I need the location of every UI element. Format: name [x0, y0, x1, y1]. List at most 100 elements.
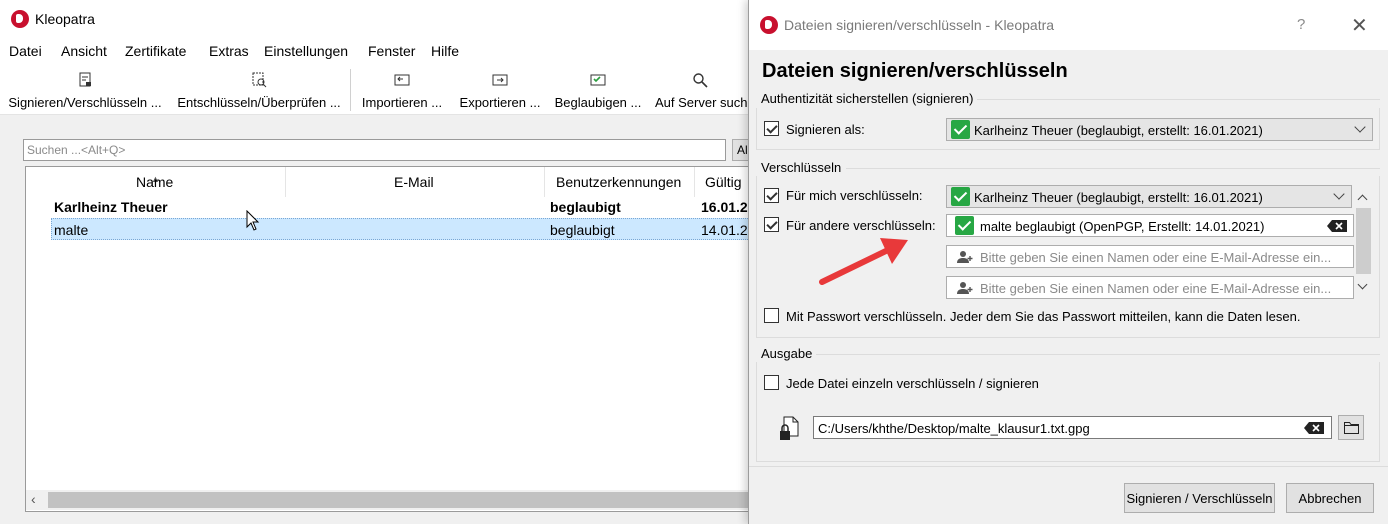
row-name: Karlheinz Theuer	[54, 199, 168, 215]
menu-fenster[interactable]: Fenster	[368, 43, 415, 59]
scrollbar-thumb[interactable]	[48, 492, 752, 508]
scroll-down-icon[interactable]	[1357, 279, 1368, 290]
browse-folder-button[interactable]	[1338, 415, 1364, 440]
menu-extras[interactable]: Extras	[209, 43, 249, 59]
menu-ansicht[interactable]: Ansicht	[61, 43, 107, 59]
row-valid: 14.01.2021	[701, 222, 753, 238]
password-encrypt-label: Mit Passwort verschlüsseln. Jeder dem Si…	[786, 309, 1301, 324]
help-button[interactable]: ?	[1297, 16, 1305, 33]
row-user-ids: beglaubigt	[550, 222, 615, 238]
import-certificate-icon	[394, 74, 410, 86]
table-row[interactable]: malte beglaubigt 14.01.2021	[51, 218, 754, 240]
encrypt-for-me-checkbox[interactable]	[764, 188, 779, 203]
annotation-arrow-icon	[819, 238, 908, 285]
dialog-window-title: Dateien signieren/verschlüsseln - Kleopa…	[784, 17, 1055, 33]
certify-button[interactable]: Beglaubigen ...	[550, 65, 646, 115]
valid-certificate-icon	[951, 187, 970, 206]
encrypt-for-me-combobox[interactable]: Karlheinz Theuer (beglaubigt, erstellt: …	[946, 185, 1352, 208]
sign-as-label: Signieren als:	[786, 122, 865, 137]
sign-encrypt-label: Signieren/Verschlüsseln ...	[8, 95, 162, 110]
scroll-left-icon[interactable]: ‹	[31, 491, 36, 507]
recipient-input-empty[interactable]: Bitte geben Sie einen Namen oder eine E-…	[946, 276, 1354, 299]
column-email-label: E-Mail	[394, 174, 434, 190]
decrypt-verify-button[interactable]: Entschlüsseln/Überprüfen ...	[174, 65, 344, 115]
encrypt-for-others-checkbox[interactable]	[764, 217, 779, 232]
clear-field-icon[interactable]	[1304, 422, 1324, 434]
clear-field-icon[interactable]	[1327, 220, 1347, 232]
menu-datei[interactable]: Datei	[9, 43, 42, 59]
main-window-title: Kleopatra	[35, 11, 95, 27]
folder-icon	[1344, 422, 1359, 434]
dialog-footer: Signieren / Verschlüsseln Abbrechen	[749, 466, 1388, 524]
group-divider	[977, 99, 1380, 100]
recipient-value: malte beglaubigt (OpenPGP, Erstellt: 14.…	[980, 219, 1265, 234]
add-person-icon	[957, 282, 973, 294]
menu-zertifikate[interactable]: Zertifikate	[125, 43, 186, 59]
import-label: Importieren ...	[361, 95, 443, 110]
group-divider	[816, 354, 1380, 355]
menu-einstellungen[interactable]: Einstellungen	[264, 43, 348, 59]
column-header-user-ids[interactable]: Benutzerkennungen	[545, 167, 695, 197]
lookup-server-label: Auf Server suchen	[655, 95, 750, 110]
scroll-up-icon[interactable]	[1357, 194, 1368, 205]
lookup-server-button[interactable]: Auf Server suchen	[650, 65, 750, 115]
row-valid: 16.01.2021	[701, 199, 754, 215]
export-certificate-icon	[492, 74, 508, 86]
export-button[interactable]: Exportieren ...	[454, 65, 546, 115]
horizontal-scrollbar[interactable]: ‹	[26, 490, 752, 510]
table-row[interactable]: Karlheinz Theuer beglaubigt 16.01.2021	[51, 196, 754, 218]
dialog-titlebar: Dateien signieren/verschlüsseln - Kleopa…	[749, 0, 1388, 50]
row-user-ids: beglaubigt	[550, 199, 621, 215]
column-header-name[interactable]: ▲ Name	[26, 167, 286, 197]
column-header-valid[interactable]: Gültig	[695, 167, 752, 197]
encrypt-for-me-value: Karlheinz Theuer (beglaubigt, erstellt: …	[974, 190, 1263, 205]
chevron-down-icon	[1354, 121, 1366, 133]
export-label: Exportieren ...	[459, 95, 541, 110]
close-icon[interactable]: ✕	[1351, 13, 1368, 38]
decrypt-verify-icon	[252, 72, 267, 88]
sign-as-combobox[interactable]: Karlheinz Theuer (beglaubigt, erstellt: …	[946, 118, 1373, 141]
column-header-email[interactable]: E-Mail	[286, 167, 545, 197]
sign-as-checkbox[interactable]	[764, 121, 779, 136]
output-group-title: Ausgabe	[761, 346, 813, 361]
output-path-input[interactable]: C:/Users/khthe/Desktop/malte_klausur1.tx…	[813, 416, 1332, 439]
recipient-field-malte[interactable]: malte beglaubigt (OpenPGP, Erstellt: 14.…	[946, 214, 1354, 237]
menu-hilfe[interactable]: Hilfe	[431, 43, 459, 59]
valid-certificate-icon	[951, 120, 970, 139]
password-encrypt-checkbox[interactable]	[764, 308, 779, 323]
kleopatra-logo-icon	[760, 16, 778, 34]
sign-encrypt-icon	[79, 72, 91, 87]
output-path-value: C:/Users/khthe/Desktop/malte_klausur1.tx…	[818, 421, 1090, 436]
search-icon	[693, 73, 708, 88]
valid-certificate-icon	[955, 216, 974, 235]
cancel-button[interactable]: Abbrechen	[1286, 483, 1374, 513]
search-input[interactable]: Suchen ...<Alt+Q>	[23, 139, 726, 161]
recipient-input-empty[interactable]: Bitte geben Sie einen Namen oder eine E-…	[946, 245, 1354, 268]
toolbar-separator	[350, 69, 351, 111]
encrypted-file-icon	[780, 416, 799, 440]
chevron-down-icon	[1333, 188, 1345, 200]
encrypt-group-title: Verschlüsseln	[761, 160, 842, 175]
certify-label: Beglaubigen ...	[554, 95, 642, 110]
mouse-cursor-icon	[246, 210, 260, 231]
row-name: malte	[54, 222, 89, 238]
sign-encrypt-button[interactable]: Signieren/Verschlüsseln ...	[4, 65, 166, 115]
recipients-scrollbar[interactable]	[1354, 186, 1373, 298]
column-valid-label: Gültig	[705, 174, 742, 190]
scrollbar-thumb[interactable]	[1356, 208, 1371, 274]
decrypt-verify-label: Entschlüsseln/Überprüfen ...	[177, 95, 341, 110]
group-divider	[846, 168, 1380, 169]
encrypt-for-me-label: Für mich verschlüsseln:	[786, 188, 923, 203]
each-file-checkbox[interactable]	[764, 375, 779, 390]
recipient-placeholder: Bitte geben Sie einen Namen oder eine E-…	[980, 250, 1332, 265]
sign-group-title: Authentizität sicherstellen (signieren)	[761, 91, 974, 106]
certify-icon	[590, 74, 606, 86]
kleopatra-logo-icon	[11, 10, 29, 28]
sign-encrypt-submit-button[interactable]: Signieren / Verschlüsseln	[1124, 483, 1275, 513]
dialog-heading: Dateien signieren/verschlüsseln	[762, 60, 1068, 82]
each-file-label: Jede Datei einzeln verschlüsseln / signi…	[786, 376, 1039, 391]
add-person-icon	[957, 251, 973, 263]
import-button[interactable]: Importieren ...	[356, 65, 448, 115]
recipient-placeholder: Bitte geben Sie einen Namen oder eine E-…	[980, 281, 1332, 296]
sign-as-value: Karlheinz Theuer (beglaubigt, erstellt: …	[974, 123, 1263, 138]
